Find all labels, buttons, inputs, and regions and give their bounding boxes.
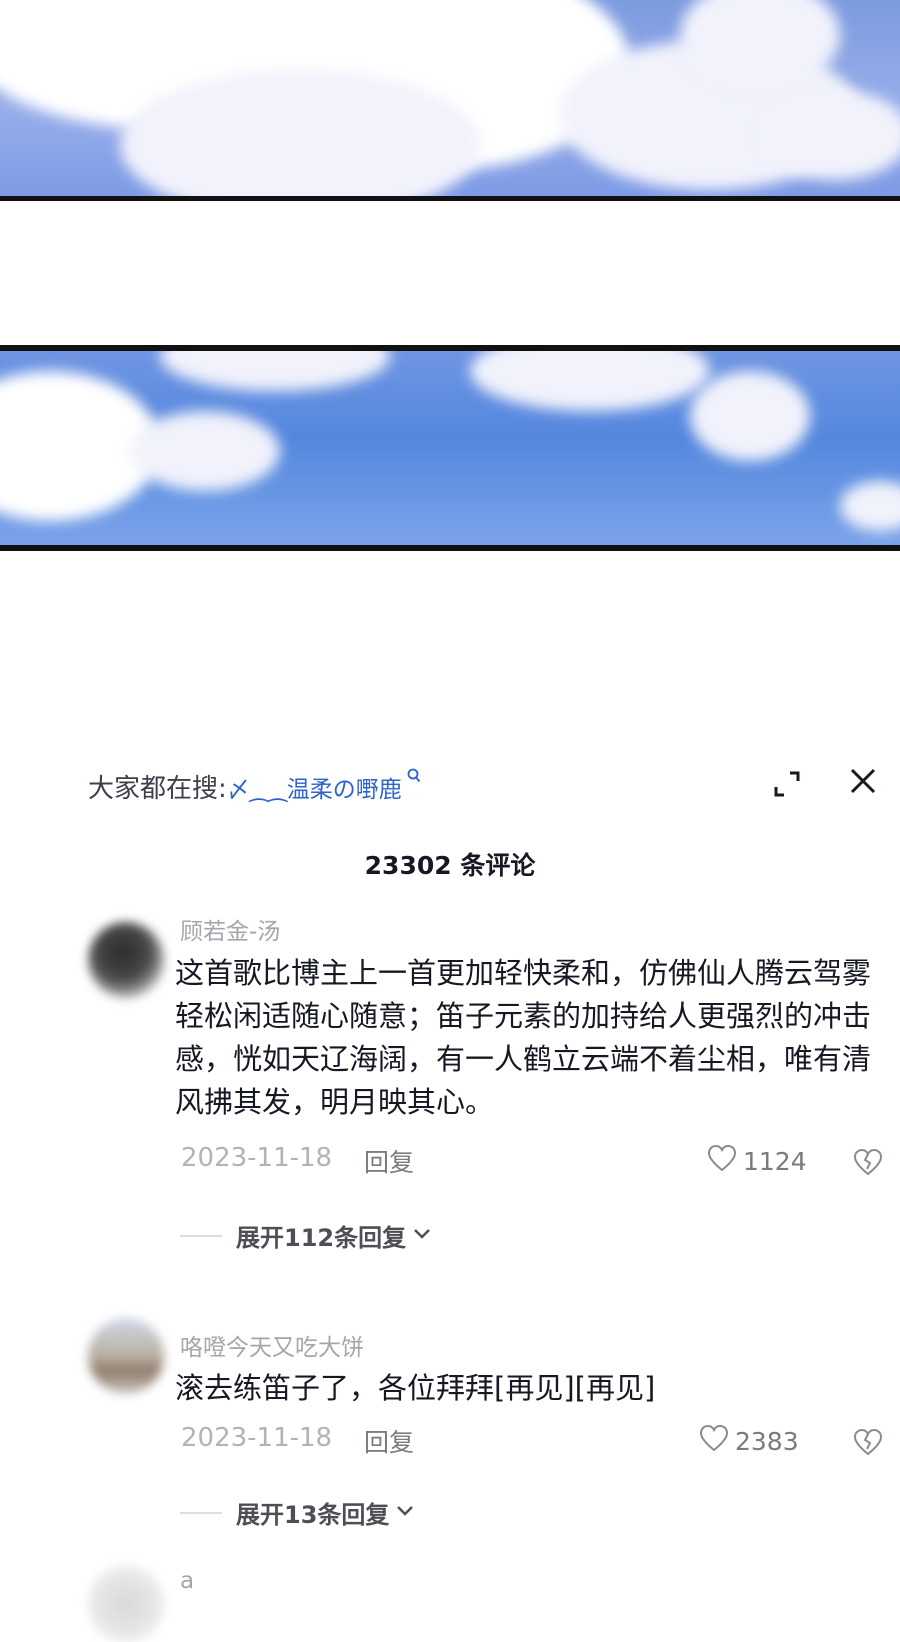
like-button[interactable]: 2383 [699, 1424, 799, 1458]
comment-date: 2023-11-18 [181, 1423, 333, 1453]
avatar[interactable] [88, 1566, 164, 1642]
heart-icon [707, 1144, 737, 1178]
reply-button[interactable]: 回复 [364, 1143, 414, 1179]
expand-replies-button[interactable]: 展开112条回复 [180, 1218, 432, 1253]
heart-icon [699, 1424, 729, 1458]
expand-replies-label: 展开112条回复 [236, 1224, 407, 1252]
divider [180, 1234, 222, 1237]
search-suggestion-prefix: 大家都在搜: [88, 774, 227, 804]
close-icon[interactable] [846, 764, 880, 798]
comment-text: 这首歌比博主上一首更加轻快柔和，仿佛仙人腾云驾雾轻松闲适随心随意；笛子元素的加持… [175, 956, 872, 1119]
search-icon [402, 768, 421, 788]
chevron-down-icon [395, 1503, 415, 1522]
search-suggestion[interactable]: 大家都在搜:〆⁔⁔温柔の嘢鹿 [88, 768, 421, 805]
like-count: 1124 [743, 1146, 807, 1176]
expand-replies-label: 展开13条回复 [236, 1501, 390, 1529]
video-frame-middle [0, 345, 900, 551]
divider [180, 1511, 222, 1514]
broken-heart-icon[interactable] [853, 1148, 883, 1176]
comment-nickname[interactable]: 咯噔今天又吃大饼 [180, 1328, 364, 1362]
avatar[interactable] [88, 922, 164, 998]
broken-heart-icon[interactable] [853, 1428, 883, 1456]
like-button[interactable]: 1124 [707, 1144, 807, 1178]
like-count: 2383 [735, 1426, 799, 1456]
chevron-down-icon [412, 1226, 432, 1245]
expand-icon[interactable] [770, 767, 804, 801]
comment-text: 滚去练笛子了，各位拜拜[再见][再见] [175, 1371, 656, 1405]
avatar[interactable] [88, 1318, 164, 1394]
search-suggestion-keyword[interactable]: 〆⁔⁔温柔の嘢鹿 [227, 777, 402, 803]
video-frame-top [0, 0, 900, 201]
reply-button[interactable]: 回复 [364, 1423, 414, 1459]
comment-nickname[interactable]: a [180, 1568, 194, 1594]
comment-date: 2023-11-18 [181, 1143, 333, 1173]
comment-nickname[interactable]: 顾若金-汤 [180, 912, 280, 946]
expand-replies-button[interactable]: 展开13条回复 [180, 1495, 415, 1530]
comment-count-title: 23302 条评论 [364, 851, 536, 880]
